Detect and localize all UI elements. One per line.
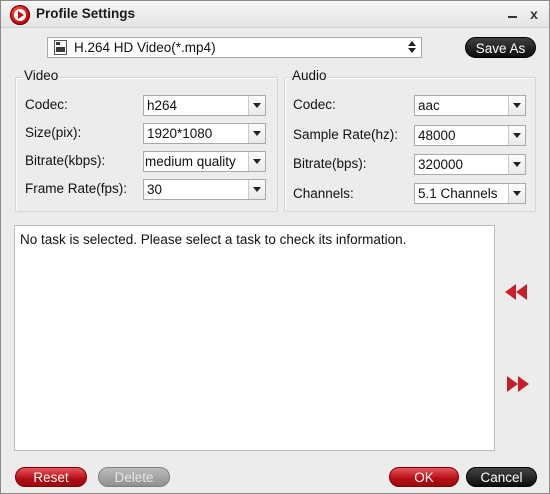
chevron-down-icon: [248, 96, 265, 115]
video-framerate-label: Frame Rate(fps):: [25, 181, 128, 196]
title-bar[interactable]: Profile Settings x: [1, 1, 549, 28]
double-right-arrow-icon: [507, 376, 518, 392]
audio-group-title: Audio: [291, 68, 328, 83]
minimize-icon: [507, 16, 517, 18]
video-codec-value: h264: [147, 98, 178, 113]
audio-codec-select[interactable]: aac: [414, 95, 526, 116]
audio-codec-label: Codec:: [293, 97, 336, 112]
chevron-down-icon: [508, 184, 525, 203]
audio-samplerate-label: Sample Rate(hz):: [293, 127, 399, 142]
audio-channels-select[interactable]: 5.1 Channels: [414, 183, 526, 204]
expand-right-button[interactable]: [507, 374, 533, 394]
video-bitrate-value: medium quality: [145, 154, 236, 169]
video-size-label: Size(pix):: [25, 125, 82, 140]
reset-button[interactable]: Reset: [15, 467, 87, 487]
collapse-left-button[interactable]: [505, 282, 531, 302]
double-left-arrow-icon: [505, 284, 516, 300]
ok-button[interactable]: OK: [389, 467, 459, 487]
profile-settings-window: Profile Settings x H.264 HD Video(*.mp4)…: [0, 0, 550, 494]
close-button[interactable]: x: [525, 4, 543, 24]
audio-channels-label: Channels:: [293, 186, 354, 201]
task-info-message: No task is selected. Please select a tas…: [20, 232, 407, 247]
video-size-value: 1920*1080: [147, 126, 213, 141]
updown-arrows-icon: [408, 41, 416, 54]
audio-channels-value: 5.1 Channels: [418, 186, 498, 201]
chevron-down-icon: [508, 126, 525, 145]
chevron-down-icon: [248, 152, 265, 171]
video-bitrate-label: Bitrate(kbps):: [25, 153, 106, 168]
chevron-down-icon: [508, 155, 525, 174]
audio-samplerate-value: 48000: [418, 128, 456, 143]
video-framerate-select[interactable]: 30: [143, 179, 266, 200]
video-size-select[interactable]: 1920*1080: [143, 123, 266, 144]
chevron-down-icon: [248, 180, 265, 199]
app-logo-icon: [10, 5, 30, 25]
audio-codec-value: aac: [418, 98, 440, 113]
audio-samplerate-select[interactable]: 48000: [414, 125, 526, 146]
audio-bitrate-select[interactable]: 320000: [414, 154, 526, 175]
video-file-icon: [54, 40, 67, 55]
profile-select[interactable]: H.264 HD Video(*.mp4): [47, 37, 422, 58]
video-framerate-value: 30: [147, 182, 163, 197]
video-codec-select[interactable]: h264: [143, 95, 266, 116]
chevron-down-icon: [508, 96, 525, 115]
audio-bitrate-label: Bitrate(bps):: [293, 156, 367, 171]
cancel-button[interactable]: Cancel: [466, 467, 537, 487]
task-info-panel[interactable]: No task is selected. Please select a tas…: [14, 225, 495, 451]
delete-button[interactable]: Delete: [98, 467, 170, 487]
chevron-down-icon: [248, 124, 265, 143]
video-bitrate-select[interactable]: medium quality: [143, 151, 266, 172]
window-title: Profile Settings: [36, 6, 136, 21]
video-codec-label: Codec:: [25, 97, 68, 112]
video-group-title: Video: [23, 68, 60, 83]
audio-bitrate-value: 320000: [418, 157, 464, 172]
save-as-button[interactable]: Save As: [465, 37, 536, 58]
profile-value: H.264 HD Video(*.mp4): [74, 40, 216, 55]
minimize-button[interactable]: [503, 4, 521, 24]
